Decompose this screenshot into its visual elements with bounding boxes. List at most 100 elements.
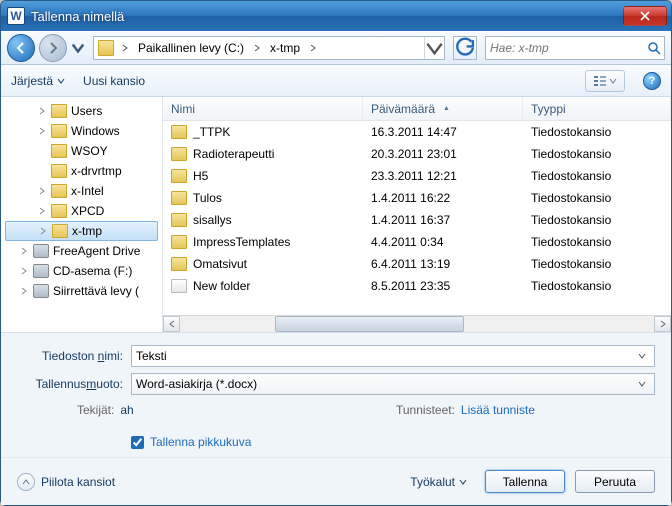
tree-item[interactable]: CD-asema (F:) [1,261,162,281]
save-thumbnail-checkbox[interactable] [131,436,144,449]
scroll-left-button[interactable] [163,316,180,332]
authors-value[interactable]: ah [120,403,133,417]
cancel-button[interactable]: Peruuta [575,470,655,493]
file-list[interactable]: _TTPK16.3.2011 14:47TiedostokansioRadiot… [163,121,671,315]
expand-icon[interactable] [37,186,47,196]
file-type: Tiedostokansio [523,257,671,271]
back-button[interactable] [7,34,35,62]
file-type: Tiedostokansio [523,147,671,161]
crumb-sep[interactable] [250,37,264,59]
folder-tree[interactable]: Users Windows WSOY x-drvrtmpx-Intel XPCD x-tm… [1,97,163,332]
save-thumbnail-label[interactable]: Tallenna pikkukuva [150,435,251,449]
hide-folders-button[interactable]: Piilota kansiot [17,473,115,491]
crumb-drive[interactable]: Paikallinen levy (C:) [132,37,250,59]
close-button[interactable] [623,6,667,26]
scroll-right-button[interactable] [654,316,671,332]
file-name: sisallys [193,213,232,227]
expand-icon[interactable] [38,226,48,236]
crumb-sep[interactable] [118,37,132,59]
file-type: Tiedostokansio [523,191,671,205]
footer: Piilota kansiot Työkalut Tallenna Peruut… [1,457,671,505]
col-date[interactable]: Päivämäärä [363,97,523,120]
nav-history-dropdown[interactable] [71,38,85,58]
tree-item-label: CD-asema (F:) [53,264,132,278]
expand-icon[interactable] [37,206,47,216]
col-type[interactable]: Tyyppi [523,97,671,120]
breadcrumb[interactable]: Paikallinen levy (C:) x-tmp [93,36,445,60]
file-row[interactable]: _TTPK16.3.2011 14:47Tiedostokansio [163,121,671,143]
file-name: Radioterapeutti [193,147,274,161]
file-row[interactable]: sisallys1.4.2011 16:37Tiedostokansio [163,209,671,231]
folder-icon [171,169,187,183]
crumb-folder[interactable]: x-tmp [264,37,306,59]
help-button[interactable]: ? [643,72,661,90]
view-icon [593,75,607,87]
file-date: 23.3.2011 12:21 [363,169,523,183]
tree-item[interactable]: Siirrettävä levy ( [1,281,162,301]
tree-item[interactable]: x-Intel [1,181,162,201]
view-options-button[interactable] [585,70,625,92]
expand-icon[interactable] [19,286,29,296]
file-type: Tiedostokansio [523,235,671,249]
savetype-combo[interactable]: Word-asiakirja (*.docx) [131,373,655,395]
filename-combo[interactable] [131,345,655,367]
file-row[interactable]: Tulos1.4.2011 16:22Tiedostokansio [163,187,671,209]
file-row[interactable]: ImpressTemplates4.4.2011 0:34Tiedostokan… [163,231,671,253]
tools-button[interactable]: Työkalut [402,471,475,493]
drive-icon [33,244,49,258]
tree-item[interactable]: x-drvrtmp [1,161,162,181]
drive-icon [33,264,49,278]
tree-item[interactable]: XPCD [1,201,162,221]
tree-item-label: Windows [71,124,120,138]
file-date: 16.3.2011 14:47 [363,125,523,139]
chevron-down-icon [71,41,85,55]
col-name[interactable]: Nimi [163,97,363,120]
chevron-down-icon [609,77,617,85]
tree-item-label: WSOY [71,144,108,158]
arrow-right-icon [46,41,60,55]
horizontal-scrollbar[interactable] [163,315,671,332]
new-folder-button[interactable]: Uusi kansio [83,74,145,88]
refresh-button[interactable] [453,36,477,60]
filename-input[interactable] [136,349,634,363]
search-icon[interactable] [647,41,661,55]
savetype-label: Tallennusmuoto: [17,377,131,391]
refresh-icon [454,37,476,59]
file-row[interactable]: Omatsivut6.4.2011 13:19Tiedostokansio [163,253,671,275]
file-row[interactable]: New folder8.5.2011 23:35Tiedostokansio [163,275,671,297]
tree-item[interactable]: WSOY [1,141,162,161]
tree-item[interactable]: Users [1,101,162,121]
expand-icon[interactable] [37,126,47,136]
tree-item[interactable]: x-tmp [5,221,158,241]
file-row[interactable]: Radioterapeutti20.3.2011 23:01Tiedostoka… [163,143,671,165]
filename-dropdown[interactable] [634,347,650,365]
breadcrumb-dropdown[interactable] [424,37,444,59]
column-headers[interactable]: Nimi Päivämäärä Tyyppi [163,97,671,121]
tags-value[interactable]: Lisää tunniste [461,403,535,417]
crumb-sep[interactable] [306,37,320,59]
expand-icon[interactable] [37,106,47,116]
search-box[interactable] [485,36,665,60]
tree-item[interactable]: FreeAgent Drive [1,241,162,261]
save-as-dialog: W Tallenna nimellä Paikallinen levy (C:)… [0,0,672,506]
savetype-dropdown[interactable] [634,375,650,393]
expand-icon[interactable] [19,266,29,276]
forward-button[interactable] [39,34,67,62]
file-date: 1.4.2011 16:37 [363,213,523,227]
folder-icon [171,147,187,161]
expand-icon[interactable] [19,246,29,256]
expand-icon[interactable] [37,166,47,176]
file-pane: Nimi Päivämäärä Tyyppi _TTPK16.3.2011 14… [163,97,671,332]
expand-icon[interactable] [37,146,47,156]
tree-item-label: Siirrettävä levy ( [53,284,139,298]
file-row[interactable]: H523.3.2011 12:21Tiedostokansio [163,165,671,187]
file-name: Tulos [193,191,222,205]
save-button[interactable]: Tallenna [485,470,565,493]
titlebar[interactable]: W Tallenna nimellä [1,1,671,31]
tree-item[interactable]: Windows [1,121,162,141]
organize-button[interactable]: Järjestä [11,74,65,88]
search-input[interactable] [490,41,647,55]
tree-item-label: XPCD [71,204,104,218]
scroll-thumb[interactable] [275,316,465,332]
folder-icon [51,184,67,198]
